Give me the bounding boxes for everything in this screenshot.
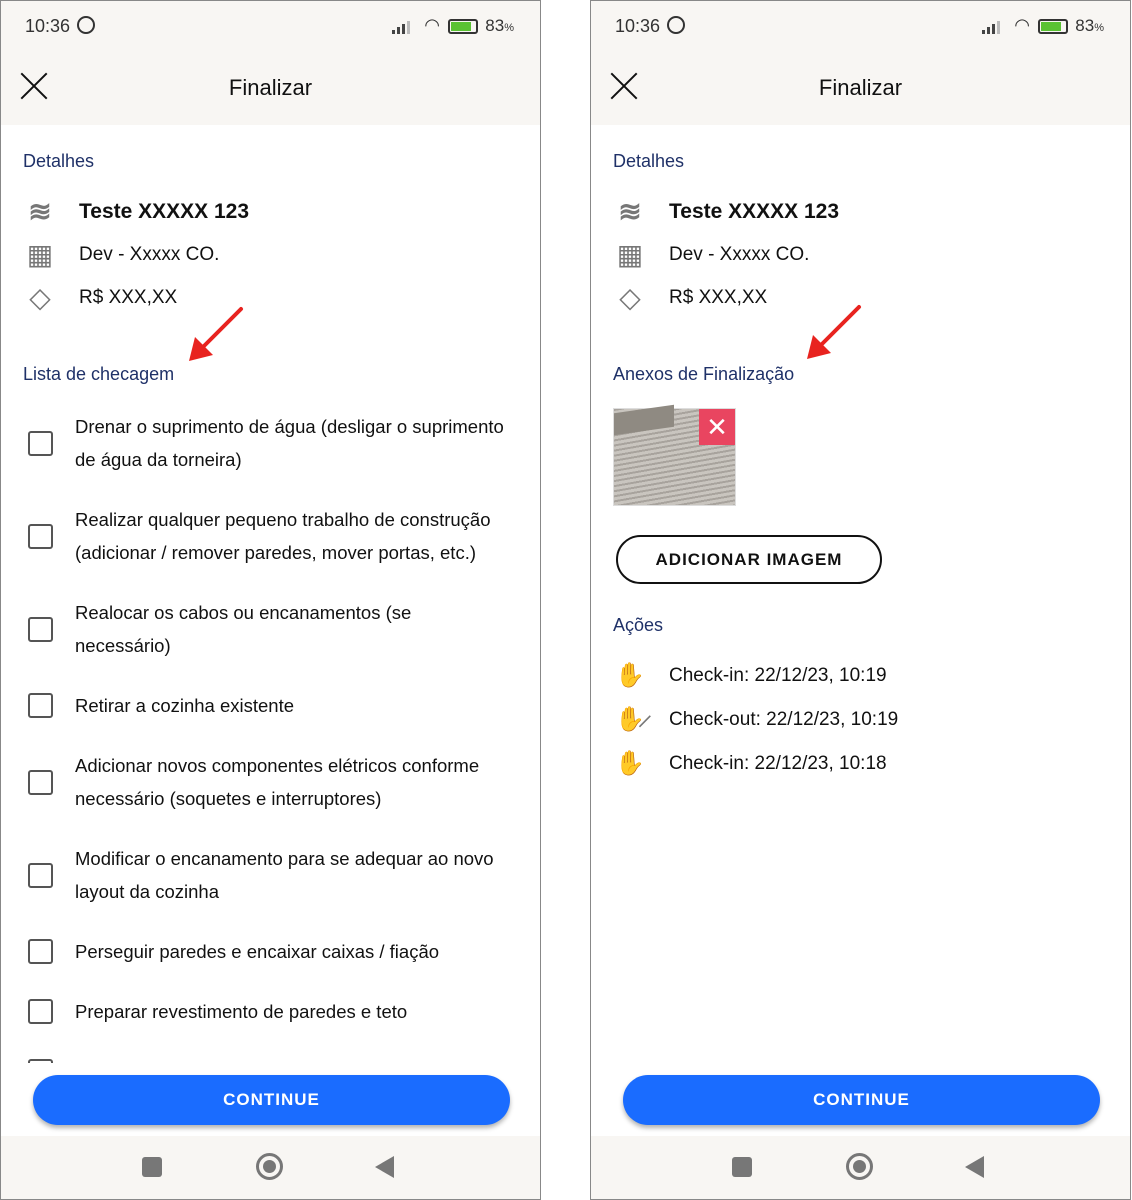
- checklist-item-label: Drenar o suprimento de água (desligar o …: [75, 416, 504, 470]
- alarm-icon: [77, 16, 95, 34]
- home-icon[interactable]: [846, 1153, 873, 1180]
- price-tag-icon: ◇: [29, 282, 51, 313]
- recents-icon[interactable]: [142, 1157, 162, 1177]
- home-icon[interactable]: [256, 1153, 283, 1180]
- detail-project: ≋ Teste XXXXX 123: [23, 195, 249, 229]
- checklist-item[interactable]: Drenar o suprimento de água (desligar o …: [1, 405, 540, 498]
- checklist-item[interactable]: Preparar revestimento de paredes e teto: [1, 990, 540, 1050]
- project-name: Teste XXXXX 123: [79, 200, 250, 223]
- checklist-item[interactable]: Retirar a cozinha existente: [1, 684, 540, 744]
- android-nav-bar: [1, 1136, 540, 1199]
- checkbox[interactable]: [28, 523, 53, 549]
- detail-price: ◇ R$ XXX,XX: [23, 281, 177, 315]
- price-value: R$ XXX,XX: [669, 287, 768, 308]
- screen-attachments: 10:36 ◠ 83% Finalizar Detalhes ≋ Teste XX…: [590, 0, 1131, 1200]
- action-label: Check-in: 22/12/23, 10:18: [669, 752, 887, 774]
- checklist-item-label: Retirar a cozinha existente: [75, 695, 295, 716]
- action-item: ✋ Check-in: 22/12/23, 10:18: [613, 749, 887, 778]
- status-time: 10:36: [615, 16, 661, 36]
- hand-check-icon: ✋: [615, 662, 645, 689]
- battery-icon: [448, 19, 478, 34]
- checklist-item[interactable]: Perseguir paredes e encaixar caixas / fi…: [1, 930, 540, 990]
- checklist-item-label: Adicionar novos componentes elétricos co…: [75, 755, 480, 809]
- price-tag-icon: ◇: [619, 282, 641, 313]
- layers-icon: ≋: [618, 196, 642, 227]
- checklist-item-label: Modificar o encanamento para se adequar …: [75, 848, 494, 902]
- company-name: Dev - Xxxxx CO.: [79, 244, 220, 265]
- action-item: ✋ Check-in: 22/12/23, 10:19: [613, 661, 887, 690]
- battery-value: 83: [485, 16, 505, 35]
- checklist-item[interactable]: Realocar os cabos ou encanamentos (se ne…: [1, 591, 540, 684]
- delete-attachment-icon[interactable]: ✕: [699, 409, 735, 445]
- project-name: Teste XXXXX 123: [669, 200, 840, 223]
- checkbox[interactable]: [28, 430, 53, 456]
- battery-percent: 83%: [1075, 16, 1104, 36]
- android-nav-bar: [591, 1136, 1130, 1199]
- checkbox[interactable]: [28, 616, 53, 642]
- action-item: ✋̷ Check-out: 22/12/23, 10:19: [613, 705, 898, 734]
- actions-heading: Ações: [613, 615, 664, 635]
- back-icon[interactable]: [965, 1156, 984, 1178]
- action-label: Check-out: 22/12/23, 10:19: [669, 708, 899, 730]
- detail-price: ◇ R$ XXX,XX: [613, 281, 767, 315]
- checklist-item-label: Perseguir paredes e encaixar caixas / fi…: [75, 941, 440, 962]
- status-bar: 10:36 ◠ 83%: [591, 1, 1130, 53]
- annotation-arrow: [807, 305, 861, 359]
- checkbox[interactable]: [28, 862, 53, 888]
- attachment-thumbnail[interactable]: ✕: [613, 404, 736, 506]
- status-time: 10:36: [25, 16, 71, 36]
- checkbox[interactable]: [28, 693, 53, 718]
- battery-percent: 83%: [485, 16, 514, 36]
- checklist-item[interactable]: Adicionar novos componentes elétricos co…: [1, 744, 540, 837]
- hand-x-icon: ✋̷: [615, 706, 645, 733]
- checkbox[interactable]: [28, 939, 53, 964]
- detail-company: ▦ Dev - Xxxxx CO.: [23, 238, 220, 272]
- battery-icon: [1038, 19, 1068, 34]
- checklist-item[interactable]: Modificar o encanamento para se adequar …: [1, 837, 540, 930]
- checklist-item-label: Realizar qualquer pequeno trabalho de co…: [75, 509, 491, 563]
- continue-button[interactable]: CONTINUE: [33, 1075, 510, 1125]
- checklist-item-label: Aplicar o piso (ladrilho e rejunte ou la…: [75, 1055, 446, 1063]
- battery-suffix: %: [504, 22, 514, 34]
- company-name: Dev - Xxxxx CO.: [669, 244, 810, 265]
- app-header: Finalizar: [1, 53, 540, 125]
- checklist-item-label: Preparar revestimento de paredes e teto: [75, 1001, 408, 1022]
- status-bar: 10:36 ◠ 83%: [1, 1, 540, 53]
- layers-icon: ≋: [28, 196, 52, 227]
- action-label: Check-in: 22/12/23, 10:19: [669, 664, 887, 686]
- screen-checklist: 10:36 ◠ 83% Finalizar Detalhes ≋ Teste XX…: [0, 0, 541, 1200]
- signal-icon: [982, 21, 1000, 34]
- annotation-arrow: [189, 307, 243, 361]
- battery-suffix: %: [1094, 22, 1104, 34]
- detail-company: ▦ Dev - Xxxxx CO.: [613, 238, 810, 272]
- app-header: Finalizar: [591, 53, 1130, 125]
- checklist-heading: Lista de checagem: [23, 364, 175, 384]
- continue-button[interactable]: CONTINUE: [623, 1075, 1100, 1125]
- checkbox[interactable]: [28, 1059, 53, 1063]
- back-icon[interactable]: [375, 1156, 394, 1178]
- add-image-button[interactable]: ADICIONAR IMAGEM: [616, 535, 882, 584]
- price-value: R$ XXX,XX: [79, 287, 178, 308]
- checklist-item[interactable]: Realizar qualquer pequeno trabalho de co…: [1, 498, 540, 591]
- hand-check-icon: ✋: [615, 750, 645, 777]
- checklist[interactable]: Drenar o suprimento de água (desligar o …: [1, 405, 540, 1063]
- wifi-icon: ◠: [424, 15, 440, 35]
- building-icon: ▦: [26, 239, 54, 270]
- battery-value: 83: [1075, 16, 1095, 35]
- recents-icon[interactable]: [732, 1157, 752, 1177]
- building-icon: ▦: [616, 239, 644, 270]
- checkbox[interactable]: [28, 769, 53, 795]
- page-title: Finalizar: [818, 75, 903, 100]
- details-heading: Detalhes: [23, 151, 95, 171]
- checklist-item[interactable]: Aplicar o piso (ladrilho e rejunte ou la…: [1, 1050, 540, 1063]
- checkbox[interactable]: [28, 999, 53, 1024]
- alarm-icon: [667, 16, 685, 34]
- page-title: Finalizar: [228, 75, 313, 100]
- attachments-heading: Anexos de Finalização: [613, 364, 795, 384]
- detail-project: ≋ Teste XXXXX 123: [613, 195, 839, 229]
- checklist-item-label: Realocar os cabos ou encanamentos (se ne…: [75, 602, 412, 656]
- details-heading: Detalhes: [613, 151, 685, 171]
- signal-icon: [392, 21, 410, 34]
- wifi-icon: ◠: [1014, 15, 1030, 35]
